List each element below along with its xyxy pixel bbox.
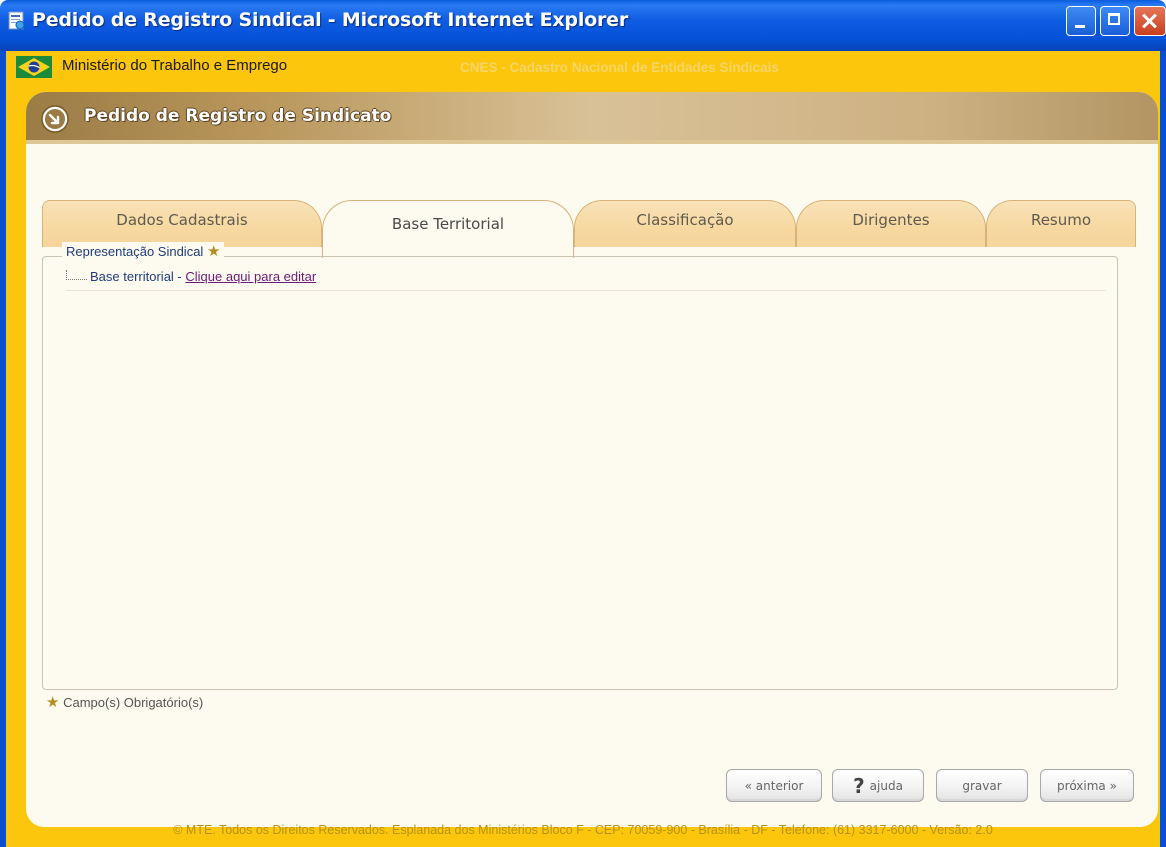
footer-copyright: © MTE. Todos os Direitos Reservados. Esp… [173,823,993,837]
tree-item-base-territorial: Base territorial - Clique aqui para edit… [90,269,316,284]
maximize-button[interactable] [1100,6,1130,36]
gravar-button[interactable]: gravar [936,769,1028,802]
window-title: Pedido de Registro Sindical - Microsoft … [32,9,629,31]
edit-base-territorial-link[interactable]: Clique aqui para editar [185,269,316,284]
required-fields-note: ★ Campo(s) Obrigatório(s) [46,693,203,711]
tab-dirigentes[interactable]: Dirigentes [796,200,986,247]
window-frame-right [1160,51,1166,847]
brazil-flag-icon [16,56,52,78]
tab-classificacao[interactable]: Classificação [574,200,796,247]
tab-dados-cadastrais[interactable]: Dados Cadastrais [42,200,322,247]
minimize-button[interactable] [1066,6,1096,36]
help-question-icon: ? [853,773,865,798]
fieldset-legend: Representação Sindical ★ [62,242,225,260]
legend-label: Representação Sindical [66,244,204,259]
anterior-button[interactable]: « anterior [726,769,822,802]
arrow-circle-icon [41,105,69,133]
page-title: Pedido de Registro de Sindicato [84,106,392,126]
required-star-icon: ★ [206,243,221,260]
ie-page-icon [8,11,25,30]
window-titlebar[interactable]: Pedido de Registro Sindical - Microsoft … [0,0,1166,51]
tab-resumo[interactable]: Resumo [986,200,1136,247]
ministry-name: Ministério do Trabalho e Emprego [62,57,288,74]
ajuda-label: ajuda [869,778,903,793]
tree-separator [66,290,1106,291]
page-header: Pedido de Registro de Sindicato [26,92,1158,144]
ajuda-button[interactable]: ? ajuda [832,769,924,802]
tab-base-territorial[interactable]: Base Territorial [322,200,574,258]
required-star-icon: ★ [46,694,60,711]
system-name: CNES - Cadastro Nacional de Entidades Si… [460,60,779,75]
proxima-button[interactable]: próxima » [1040,769,1134,802]
tree-connector [66,270,87,280]
close-button[interactable] [1134,6,1166,36]
representacao-fieldset [42,256,1118,690]
content-card: Pedido de Registro de Sindicato Dados Ca… [26,92,1158,827]
required-note-text: Campo(s) Obrigatório(s) [63,695,204,710]
tree-item-label: Base territorial - [90,269,186,284]
